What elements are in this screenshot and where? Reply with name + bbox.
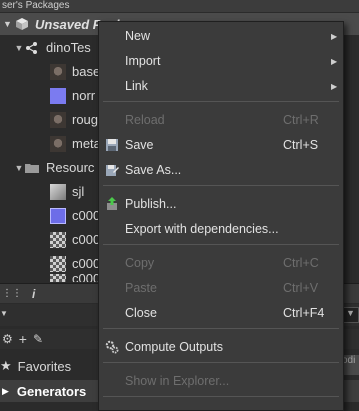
publish-icon	[107, 197, 117, 210]
menu-item-compute-outputs[interactable]: Compute Outputs	[99, 336, 343, 358]
tree-item[interactable]: meta	[50, 132, 101, 155]
tree-item[interactable]: roug	[50, 108, 98, 131]
grid-icon[interactable]: ⋮⋮	[2, 288, 22, 299]
tree-label: c000	[72, 274, 101, 282]
menu-shortcut: Ctrl+V	[283, 281, 319, 295]
add-icon[interactable]: +	[19, 331, 27, 347]
texture-thumbnail-icon	[50, 111, 66, 128]
menu-separator	[103, 101, 339, 102]
right-dropdown-icon[interactable]: ▼	[342, 307, 359, 323]
menu-item-show-in-explorer: Show in Explorer...	[99, 370, 343, 392]
menu-label: Reload	[125, 113, 165, 127]
submenu-arrow-icon: ▶	[331, 56, 338, 66]
package-icon	[16, 18, 28, 30]
context-menu: New ▶ Import ▶ Link ▶ Reload Ctrl+R Save…	[98, 21, 344, 411]
tree-label: c000	[72, 208, 101, 223]
save-as-icon	[106, 165, 119, 176]
expand-arrow-icon[interactable]: ▼	[14, 43, 24, 53]
menu-label: Save	[125, 138, 154, 152]
save-icon	[106, 139, 118, 151]
menu-item-import[interactable]: Import ▶	[99, 50, 343, 72]
menu-item-reload: Reload Ctrl+R	[99, 109, 343, 131]
tree-label: roug	[72, 112, 99, 127]
tree-group-resources[interactable]: ▼ Resourc	[14, 156, 95, 179]
tree-item[interactable]: c000	[50, 204, 100, 227]
menu-item-copy: Copy Ctrl+C	[99, 252, 343, 274]
tree-label: Resourc	[46, 160, 95, 175]
menu-item-new[interactable]: New ▶	[99, 25, 343, 47]
tree-item[interactable]: sjl	[50, 180, 84, 203]
menu-label: New	[125, 29, 151, 43]
tree-label: c000	[72, 232, 101, 247]
arrow-icon: ▶	[2, 385, 9, 396]
menu-shortcut: Ctrl+R	[283, 113, 319, 127]
tree-item[interactable]: c000	[50, 228, 100, 251]
menu-separator	[103, 362, 339, 363]
tree-item[interactable]: base	[50, 60, 100, 83]
folder-icon	[25, 163, 39, 173]
texture-thumbnail-icon	[50, 255, 66, 272]
tree-label: base	[72, 64, 101, 79]
normal-map-icon	[50, 207, 66, 224]
menu-separator	[103, 244, 339, 245]
normal-map-icon	[50, 87, 66, 104]
menu-label: Publish...	[125, 197, 177, 211]
info-label[interactable]: i	[32, 287, 35, 301]
tree-label: c000	[72, 256, 101, 271]
favorites-label: Favorites	[17, 358, 72, 374]
collapse-arrow-icon[interactable]: ▼	[3, 19, 13, 29]
tree-group-graph[interactable]: ▼ dinoTes	[14, 36, 91, 59]
menu-item-close[interactable]: Close Ctrl+F4	[99, 302, 343, 324]
menu-shortcut: Ctrl+C	[283, 256, 319, 270]
menu-label: Save As...	[125, 163, 182, 177]
texture-thumbnail-icon	[50, 63, 66, 80]
menu-label: Export with dependencies...	[125, 222, 279, 236]
menu-item-export[interactable]: Export with dependencies...	[99, 218, 343, 240]
tree-label: norr	[72, 88, 96, 103]
edit-icon[interactable]: ✎	[33, 332, 43, 346]
menu-item-publish[interactable]: Publish...	[99, 193, 343, 215]
tree-label: dinoTes	[46, 40, 91, 55]
resource-thumbnail-icon	[50, 183, 66, 200]
submenu-arrow-icon: ▶	[331, 81, 338, 91]
settings-icon[interactable]: ⚙	[2, 332, 13, 346]
menu-label: Import	[125, 54, 161, 68]
menu-separator	[103, 396, 339, 397]
menu-label: Link	[125, 79, 148, 93]
submenu-arrow-icon: ▶	[331, 31, 338, 41]
texture-thumbnail-icon	[50, 274, 66, 282]
menu-item-save-as[interactable]: Save As...	[99, 159, 343, 181]
tree-item[interactable]: norr	[50, 84, 95, 107]
menu-label: Paste	[125, 281, 157, 295]
menu-shortcut: Ctrl+F4	[283, 306, 325, 320]
menu-shortcut: Ctrl+S	[283, 138, 319, 152]
window-title: ser's Packages	[0, 0, 359, 12]
tree-item[interactable]: c000	[50, 252, 100, 275]
texture-thumbnail-icon	[50, 135, 66, 152]
menu-separator	[103, 328, 339, 329]
graph-icon	[26, 41, 37, 54]
menu-label: Compute Outputs	[125, 340, 223, 354]
right-panel-label: odi	[342, 355, 359, 375]
menu-item-paste: Paste Ctrl+V	[99, 277, 343, 299]
menu-label: Show in Explorer...	[125, 374, 230, 388]
tree-label: meta	[72, 136, 101, 151]
menu-label: Copy	[125, 256, 155, 270]
menu-item-link[interactable]: Link ▶	[99, 75, 343, 97]
menu-item-save[interactable]: Save Ctrl+S	[99, 134, 343, 156]
star-icon: ★	[0, 358, 12, 373]
menu-separator	[103, 185, 339, 186]
gears-icon	[105, 340, 119, 354]
generators-label: Generators	[16, 383, 87, 399]
texture-thumbnail-icon	[50, 231, 66, 248]
menu-label: Close	[125, 306, 157, 320]
tree-item[interactable]: c000	[50, 274, 100, 282]
tree-label: sjl	[72, 184, 85, 199]
expand-arrow-icon[interactable]: ▼	[14, 163, 24, 173]
dropdown-arrow-icon[interactable]: ▼	[0, 309, 8, 318]
